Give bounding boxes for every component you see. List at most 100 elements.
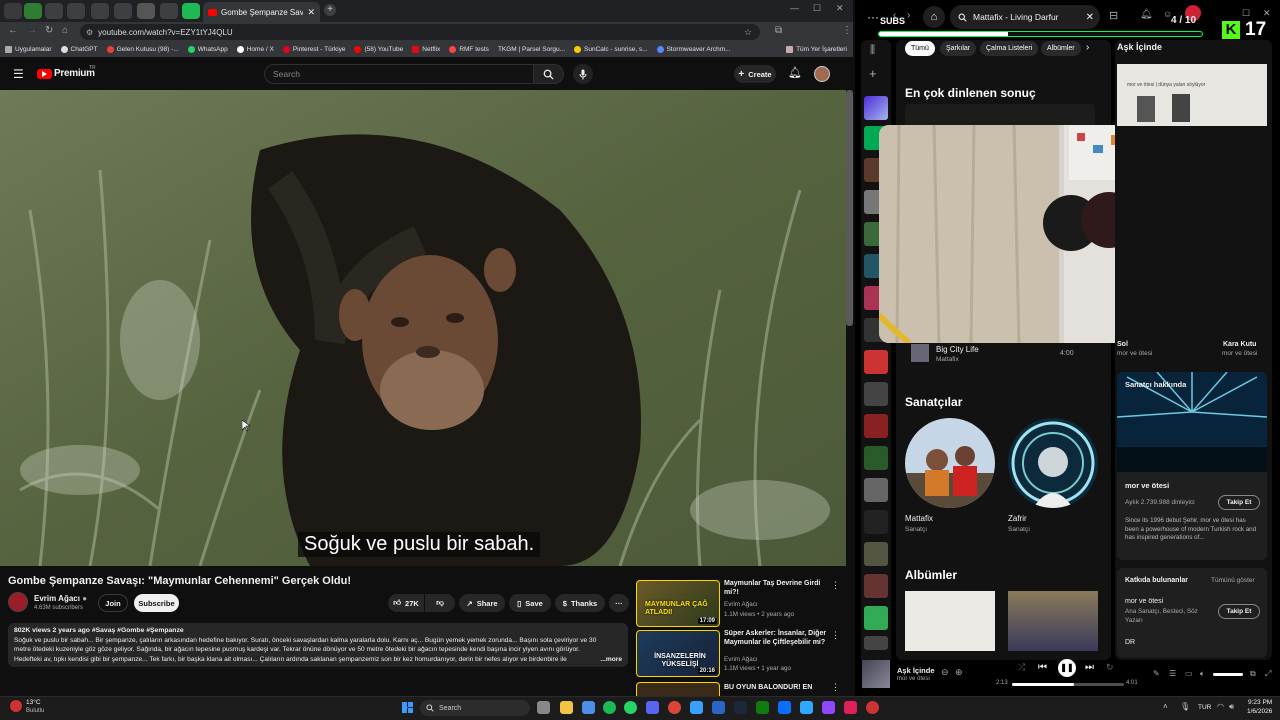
dislike-button[interactable]: 👎︎ [425,594,455,612]
notifications-bell-icon[interactable]: 🔔︎ [788,66,802,79]
fullscreen-icon[interactable]: ⤢ [1265,669,1271,679]
library-item[interactable] [864,350,888,374]
library-item[interactable] [864,574,888,598]
artist-image[interactable] [905,418,995,508]
library-item[interactable] [864,478,888,502]
more-menu-icon[interactable]: ··· [867,10,879,24]
artist-name[interactable]: Mattafix [905,514,933,523]
bookmark-netflix[interactable]: Netflix [412,46,440,53]
library-item[interactable] [864,636,888,650]
track-name[interactable]: Big City Life [936,345,979,354]
more-actions-button[interactable]: ··· [609,594,629,612]
clock-time[interactable]: 9:23 PM [1248,699,1272,706]
channel-avatar[interactable] [8,592,28,612]
youtube-logo-icon[interactable] [37,69,52,79]
weather-temp[interactable]: 13°C [26,699,41,706]
more-options-icon[interactable]: ⋮ [831,682,840,693]
maximize-icon[interactable]: ☐ [813,3,821,14]
save-button[interactable]: ▯ Save [509,594,551,612]
thanks-button[interactable]: $ Thanks [555,594,605,612]
next-icon[interactable]: ⏭︎ [1085,662,1094,673]
clock-date[interactable]: 1/6/2026 [1247,708,1272,715]
pause-button[interactable]: ❚❚ [1058,659,1076,677]
create-playlist-icon[interactable]: + [869,66,877,81]
volume-icon[interactable]: 🔈︎ [1200,669,1205,679]
address-bar[interactable]: ⚙ youtube.com/watch?v=EZY1tYJ4QLU ☆ [80,24,760,40]
photoshop-taskbar-icon[interactable] [800,701,813,714]
lyrics-icon[interactable]: ✎ [1153,669,1160,678]
bookmark-star-icon[interactable]: ☆ [744,27,752,38]
bookmark-youtube[interactable]: (58) YouTube [354,46,403,53]
steam-taskbar-icon[interactable] [734,701,747,714]
bookmark-apps[interactable]: Uygulamalar [5,46,52,53]
avatar[interactable] [814,66,830,82]
language-indicator[interactable]: TUR [1198,704,1211,711]
reload-icon[interactable]: ↻ [45,25,53,36]
tab-search-icon[interactable] [4,3,22,19]
page-scrollbar[interactable] [846,90,853,326]
pinned-tab-x[interactable] [45,3,63,19]
now-playing-artist[interactable]: mor ve ötesi [897,676,930,682]
recommended-video[interactable]: İNSANZELERİN YÜKSELİŞİ 20:16 Süper Asker… [636,630,846,678]
recommended-video[interactable]: BU OYUN BALONDUR! EN ⋮ [636,682,846,696]
minimize-icon[interactable]: — [790,3,799,13]
bookmark-chatgpt[interactable]: ChatGPT [60,46,98,53]
app-icon[interactable] [582,701,595,714]
extensions-icon[interactable]: ⧉ [775,25,782,36]
video-description[interactable]: 802K views 2 years ago #Savaş #Gombe #Şe… [8,623,628,667]
task-view-icon[interactable] [537,701,550,714]
chrome-menu-icon[interactable]: ⋮ [842,25,852,36]
home-icon[interactable]: ⌂ [62,25,68,36]
search-field[interactable]: Mattafix - Living Darfur ✕ [950,5,1100,29]
menu-hamburger-icon[interactable]: ☰ [13,67,24,81]
repeat-icon[interactable]: ↻ [1106,662,1114,673]
search-input[interactable]: Search [264,64,534,84]
app-icon[interactable] [822,701,835,714]
spotify-taskbar-icon[interactable] [603,701,616,714]
close-icon[interactable]: ✕ [1263,8,1271,19]
bookmark-pinterest[interactable]: Pinterest - Türkiye [282,46,345,53]
now-playing-title[interactable]: Aşk İçinde [897,666,935,675]
tray-overflow-icon[interactable]: ˄ [1163,702,1168,711]
show-all-link[interactable]: Tümünü göster [1211,577,1255,584]
library-item[interactable] [864,446,888,470]
credit-name[interactable]: DR [1125,639,1135,646]
volume-slider[interactable] [1213,673,1243,676]
app-icon[interactable] [866,701,879,714]
library-item[interactable] [864,382,888,406]
track-artist[interactable]: Mattafix [936,356,959,363]
taskbar-search[interactable]: Search [420,700,530,716]
about-artist-name[interactable]: mor ve ötesi [1125,481,1169,490]
app-icon[interactable] [778,701,791,714]
library-item[interactable] [864,414,888,438]
shuffle-icon[interactable]: ⤮ [1018,662,1025,673]
library-icon[interactable]: ⫼ [870,44,875,57]
whatsapp-taskbar-icon[interactable] [624,701,637,714]
share-button[interactable]: ↗ Share [459,594,505,612]
app-icon[interactable] [712,701,725,714]
filter-chip-songs[interactable]: Şarkılar [940,41,977,56]
video-player[interactable] [0,90,846,566]
bookmark-suncalc[interactable]: SunCalc - sunrise, s... [574,46,648,53]
bookmark-stormweaver[interactable]: Stormweaver Archm... [656,46,731,53]
pinned-tab-kick[interactable] [182,3,200,19]
bookmark-x[interactable]: Home / X [236,46,274,53]
weather-icon[interactable] [10,700,22,712]
pinned-tab[interactable] [114,3,132,19]
new-tab-button[interactable]: + [324,4,336,16]
file-explorer-icon[interactable] [560,701,573,714]
artist-image[interactable] [1008,418,1098,508]
chrome-taskbar-icon[interactable] [668,701,681,714]
clear-search-icon[interactable]: ✕ [1086,12,1094,23]
voice-search-button[interactable] [573,64,593,84]
filter-chip-playlists[interactable]: Çalma Listeleri [980,41,1039,56]
active-tab[interactable]: Gombe Şempanze Savaşı "Ma ✕ [203,2,320,22]
notifications-icon[interactable]: 🔔︎ [1140,9,1153,20]
subscribe-button[interactable]: Subscribe [134,594,179,612]
video-thumbnail[interactable]: İNSANZELERİN YÜKSELİŞİ 20:16 [636,630,720,677]
liked-songs-icon[interactable] [864,96,888,120]
discord-taskbar-icon[interactable] [646,701,659,714]
show-more-link[interactable]: ...more [600,655,622,665]
previous-icon[interactable]: ⏮︎ [1038,662,1047,673]
add-icon[interactable]: ⊕ [955,667,963,678]
